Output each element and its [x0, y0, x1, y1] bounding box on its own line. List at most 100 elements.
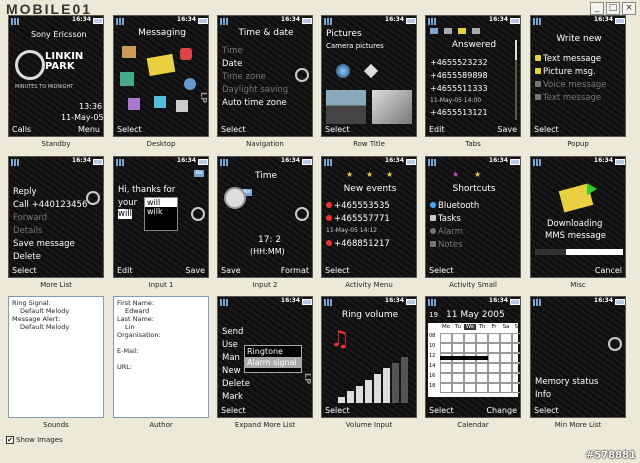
softkey-right[interactable]: Cancel — [595, 266, 622, 275]
event-item[interactable]: +468851217 — [326, 239, 390, 249]
calendar-grid[interactable]: Mo Tu We Th Fr Sa Su 08 10 12 14 16 18 — [428, 323, 521, 397]
calendar-slot[interactable] — [452, 373, 464, 383]
tabs-screen[interactable]: 16:34 Answered +4655523232 +4655589898 +… — [425, 15, 521, 137]
menu-item[interactable]: Time — [222, 46, 243, 56]
menu-item[interactable]: Send — [222, 327, 243, 337]
menu-item[interactable]: New — [222, 366, 241, 376]
calendar-slot[interactable] — [464, 363, 476, 373]
activitymenu-screen[interactable]: 16:34 ★ ★ ★ New events +465553535 +46555… — [321, 156, 417, 278]
softkey-left[interactable]: Select — [534, 125, 559, 134]
activitysmall-screen[interactable]: 16:34 ★ ★ Shortcuts Bluetooth Tasks Alar… — [425, 156, 521, 278]
calendar-slot[interactable] — [476, 343, 488, 353]
softkey-left[interactable]: Select — [534, 406, 559, 415]
softkey-right[interactable]: Save — [185, 266, 205, 275]
calendar-slot[interactable] — [500, 343, 512, 353]
menu-item[interactable]: Forward — [13, 213, 47, 223]
menu-item[interactable]: Reply — [13, 187, 37, 197]
submenu-item-selected[interactable]: Alarm signal — [245, 357, 301, 368]
event-item[interactable]: +465557771 — [326, 214, 390, 224]
calendar-slot[interactable] — [440, 363, 452, 373]
softkey-left[interactable]: Select — [429, 406, 454, 415]
checkbox-box[interactable]: ✔ — [6, 436, 14, 444]
minmore-screen[interactable]: 16:34 Memory status Info Select — [530, 296, 626, 418]
desktop-screen[interactable]: 16:34 Messaging LP Select — [113, 15, 209, 137]
navigation-screen[interactable]: 16:34 Time & date Time Date Time zone Da… — [217, 15, 313, 137]
menu-item[interactable]: Info — [535, 390, 551, 400]
day-header[interactable]: Sa — [500, 324, 512, 330]
submenu-popup[interactable]: Ringtone Alarm signal — [244, 345, 302, 373]
day-header[interactable]: Th — [476, 324, 488, 330]
calendar-slot[interactable] — [500, 333, 512, 343]
calendar-screen[interactable]: 16:34 19 11 May 2005 Mo Tu We Th Fr Sa Su 08 10 1… — [425, 296, 521, 418]
tab-icon[interactable] — [472, 28, 480, 34]
calendar-slot[interactable] — [440, 343, 452, 353]
menu-item[interactable]: Date — [222, 59, 242, 69]
expandmore-screen[interactable]: 16:34 Send Use Man New Delete Mark Ringt… — [217, 296, 313, 418]
popup-item[interactable]: Text message — [535, 93, 601, 103]
calendar-slot[interactable] — [488, 363, 500, 373]
tab-row[interactable] — [430, 28, 516, 36]
day-header[interactable]: Su — [512, 324, 521, 330]
input2-screen[interactable]: 16:34 Time Ra 17: 2 (HH:MM) Save Format — [217, 156, 313, 278]
softkey-left[interactable]: Calls — [12, 125, 31, 134]
menu-item[interactable]: Details — [13, 226, 42, 236]
calendar-slot[interactable] — [476, 383, 488, 393]
popup-screen[interactable]: 16:34 Write new Text message Picture msg… — [530, 15, 626, 137]
softkey-right[interactable]: Menu — [78, 125, 100, 134]
shortcut-item[interactable]: Bluetooth — [430, 201, 479, 211]
popup-item[interactable]: Text message — [535, 54, 601, 64]
list-item[interactable]: +4655523232 — [430, 58, 488, 67]
menu-item[interactable]: Use — [222, 340, 238, 350]
calendar-slot[interactable] — [488, 343, 500, 353]
menu-item[interactable]: Mark — [222, 392, 243, 402]
calendar-slot[interactable] — [512, 333, 520, 343]
maximize-button[interactable]: □ — [606, 2, 620, 15]
softkey-right[interactable]: Format — [281, 266, 309, 275]
day-header[interactable]: We — [464, 324, 476, 330]
minimize-button[interactable]: _ — [590, 2, 604, 15]
softkey-left[interactable]: Select — [325, 266, 350, 275]
softkey-left[interactable]: Save — [221, 266, 241, 275]
calendar-slot[interactable] — [512, 363, 520, 373]
calendar-slot[interactable] — [476, 373, 488, 383]
rowtitle-screen[interactable]: 16:34 Pictures Camera pictures Select — [321, 15, 417, 137]
list-item[interactable]: +4655513121 — [430, 108, 488, 117]
softkey-left[interactable]: Select — [221, 125, 246, 134]
calendar-slot[interactable] — [500, 383, 512, 393]
softkey-right[interactable]: Change — [486, 406, 517, 415]
show-images-checkbox[interactable]: ✔ Show Images — [6, 436, 63, 444]
popup-item[interactable]: Voice message — [535, 80, 607, 90]
calendar-slot[interactable] — [500, 363, 512, 373]
menu-item[interactable]: Daylight saving — [222, 85, 288, 95]
event-item[interactable]: +465553535 — [326, 201, 390, 211]
calendar-slot[interactable] — [440, 333, 452, 343]
calendar-slot[interactable] — [464, 383, 476, 393]
softkey-left[interactable]: Edit — [429, 125, 445, 134]
calendar-slot[interactable] — [512, 343, 520, 353]
softkey-left[interactable]: Select — [12, 266, 37, 275]
calendar-slot[interactable] — [452, 383, 464, 393]
menu-item[interactable]: Memory status — [535, 377, 598, 387]
day-header[interactable]: Fr — [488, 324, 500, 330]
scrollbar[interactable] — [515, 40, 517, 120]
menu-item[interactable]: Man — [222, 353, 240, 363]
softkey-left[interactable]: Select — [221, 406, 246, 415]
softkey-right[interactable]: Save — [497, 125, 517, 134]
calendar-slot[interactable] — [512, 353, 520, 363]
photo-thumbnail[interactable] — [326, 90, 366, 124]
day-header[interactable]: Tu — [452, 324, 464, 330]
calendar-slot[interactable] — [488, 333, 500, 343]
message-text-current[interactable]: will — [118, 209, 133, 219]
menu-item[interactable]: Auto time zone — [222, 98, 287, 108]
suggestion-item[interactable]: will — [145, 198, 177, 207]
morelist-screen[interactable]: 16:34 Reply Call +440123456 Forward Deta… — [8, 156, 104, 278]
calendar-slot[interactable] — [464, 343, 476, 353]
list-item[interactable]: +4655589898 — [430, 71, 488, 80]
list-item[interactable]: +4655511333 — [430, 84, 488, 93]
word-suggestion-popup[interactable]: will wilk — [144, 197, 178, 231]
calendar-slot[interactable] — [464, 333, 476, 343]
menu-item[interactable]: Call +440123456 — [13, 200, 87, 210]
photo-thumbnail[interactable] — [372, 90, 412, 124]
suggestion-item[interactable]: wilk — [145, 207, 177, 216]
shortcut-item[interactable]: Alarm — [430, 227, 463, 237]
